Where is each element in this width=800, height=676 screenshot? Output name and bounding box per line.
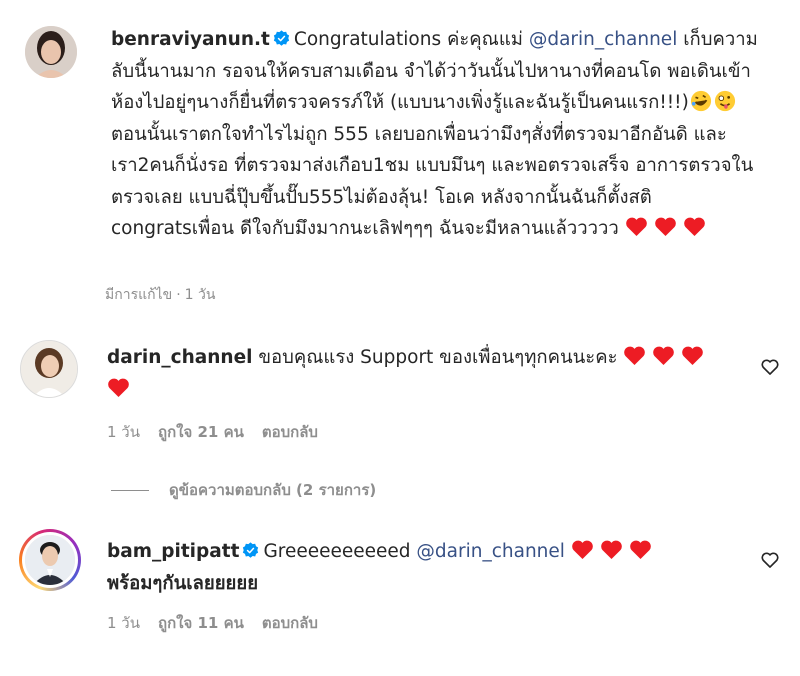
comment-1-time[interactable]: 1 วัน bbox=[185, 287, 216, 303]
comment-3-username[interactable]: bam_pitipatt bbox=[107, 541, 239, 562]
zany-face-emoji-icon bbox=[714, 90, 735, 112]
comment-3-meta: 1 วัน ถูกใจ 11 คน ตอบกลับ bbox=[107, 611, 336, 635]
divider bbox=[111, 490, 149, 491]
story-ring[interactable] bbox=[19, 529, 81, 591]
comment-1-meta: มีการแก้ไข · 1 วัน bbox=[105, 287, 216, 303]
comment-1-edited: มีการแก้ไข bbox=[105, 287, 173, 303]
avatar-benraviyanun[interactable] bbox=[25, 26, 77, 78]
like-heart-icon[interactable] bbox=[760, 550, 780, 570]
view-replies-label: ดูข้อความตอบกลับ (2 รายการ) bbox=[169, 481, 377, 499]
comment-2-body: darin_channel ขอบคุณแรง Support ของเพื่อ… bbox=[107, 342, 737, 405]
verified-badge-icon bbox=[243, 542, 259, 558]
comment-2-username[interactable]: darin_channel bbox=[107, 347, 252, 368]
comment-3-mention[interactable]: @darin_channel bbox=[416, 541, 565, 562]
comment-3-reply-button[interactable]: ตอบกลับ bbox=[262, 614, 318, 632]
like-heart-icon[interactable] bbox=[760, 357, 780, 377]
view-replies-button[interactable]: ดูข้อความตอบกลับ (2 รายการ) bbox=[111, 478, 376, 502]
comment-1-hearts bbox=[625, 217, 712, 239]
red-heart-emoji-icon bbox=[682, 346, 704, 366]
comment-3-body: bam_pitipatt Greeeeeeeeeed @darin_channel… bbox=[107, 536, 747, 599]
avatar-photo-icon bbox=[25, 26, 77, 78]
avatar-bam-pitipatt[interactable] bbox=[25, 535, 75, 585]
comment-3-time[interactable]: 1 วัน bbox=[107, 614, 140, 632]
avatar-photo-icon bbox=[21, 341, 77, 397]
red-heart-emoji-icon bbox=[572, 540, 593, 560]
comment-2-time[interactable]: 1 วัน bbox=[107, 423, 140, 441]
red-heart-emoji-icon bbox=[683, 217, 705, 237]
red-heart-emoji-icon bbox=[625, 217, 647, 237]
red-heart-emoji-icon bbox=[653, 346, 675, 366]
comment-3-hearts bbox=[571, 540, 658, 562]
red-heart-emoji-icon bbox=[601, 540, 622, 560]
comment-2-text: ขอบคุณแรง Support ของเพื่อนๆทุกคนนะคะ bbox=[258, 347, 618, 368]
verified-badge-icon bbox=[273, 30, 290, 46]
comment-1-mention[interactable]: @darin_channel bbox=[529, 29, 678, 50]
red-heart-emoji-icon bbox=[624, 346, 646, 366]
avatar-darin-channel[interactable] bbox=[20, 340, 78, 398]
avatar-photo-icon bbox=[25, 535, 75, 585]
comment-1-body: benraviyanun.t Congratulations ค่ะคุณแม่ … bbox=[111, 24, 761, 245]
rofl-emoji-icon bbox=[690, 90, 711, 112]
comment-1-username[interactable]: benraviyanun.t bbox=[111, 29, 270, 50]
comment-1-text-start: Congratulations ค่ะคุณแม่ bbox=[293, 29, 529, 50]
red-heart-emoji-icon bbox=[654, 217, 676, 237]
comment-2-meta: 1 วัน ถูกใจ 21 คน ตอบกลับ bbox=[107, 420, 336, 444]
red-heart-emoji-icon bbox=[108, 378, 129, 397]
comment-2-reply-button[interactable]: ตอบกลับ bbox=[262, 423, 318, 441]
comment-3-likes[interactable]: ถูกใจ 11 คน bbox=[158, 614, 244, 632]
comment-2-likes[interactable]: ถูกใจ 21 คน bbox=[158, 423, 244, 441]
red-heart-emoji-icon bbox=[630, 540, 651, 560]
comment-3-text-start: Greeeeeeeeeed bbox=[263, 541, 417, 562]
comment-3-text-end: พร้อมๆกันเลยยยยย bbox=[107, 572, 259, 594]
